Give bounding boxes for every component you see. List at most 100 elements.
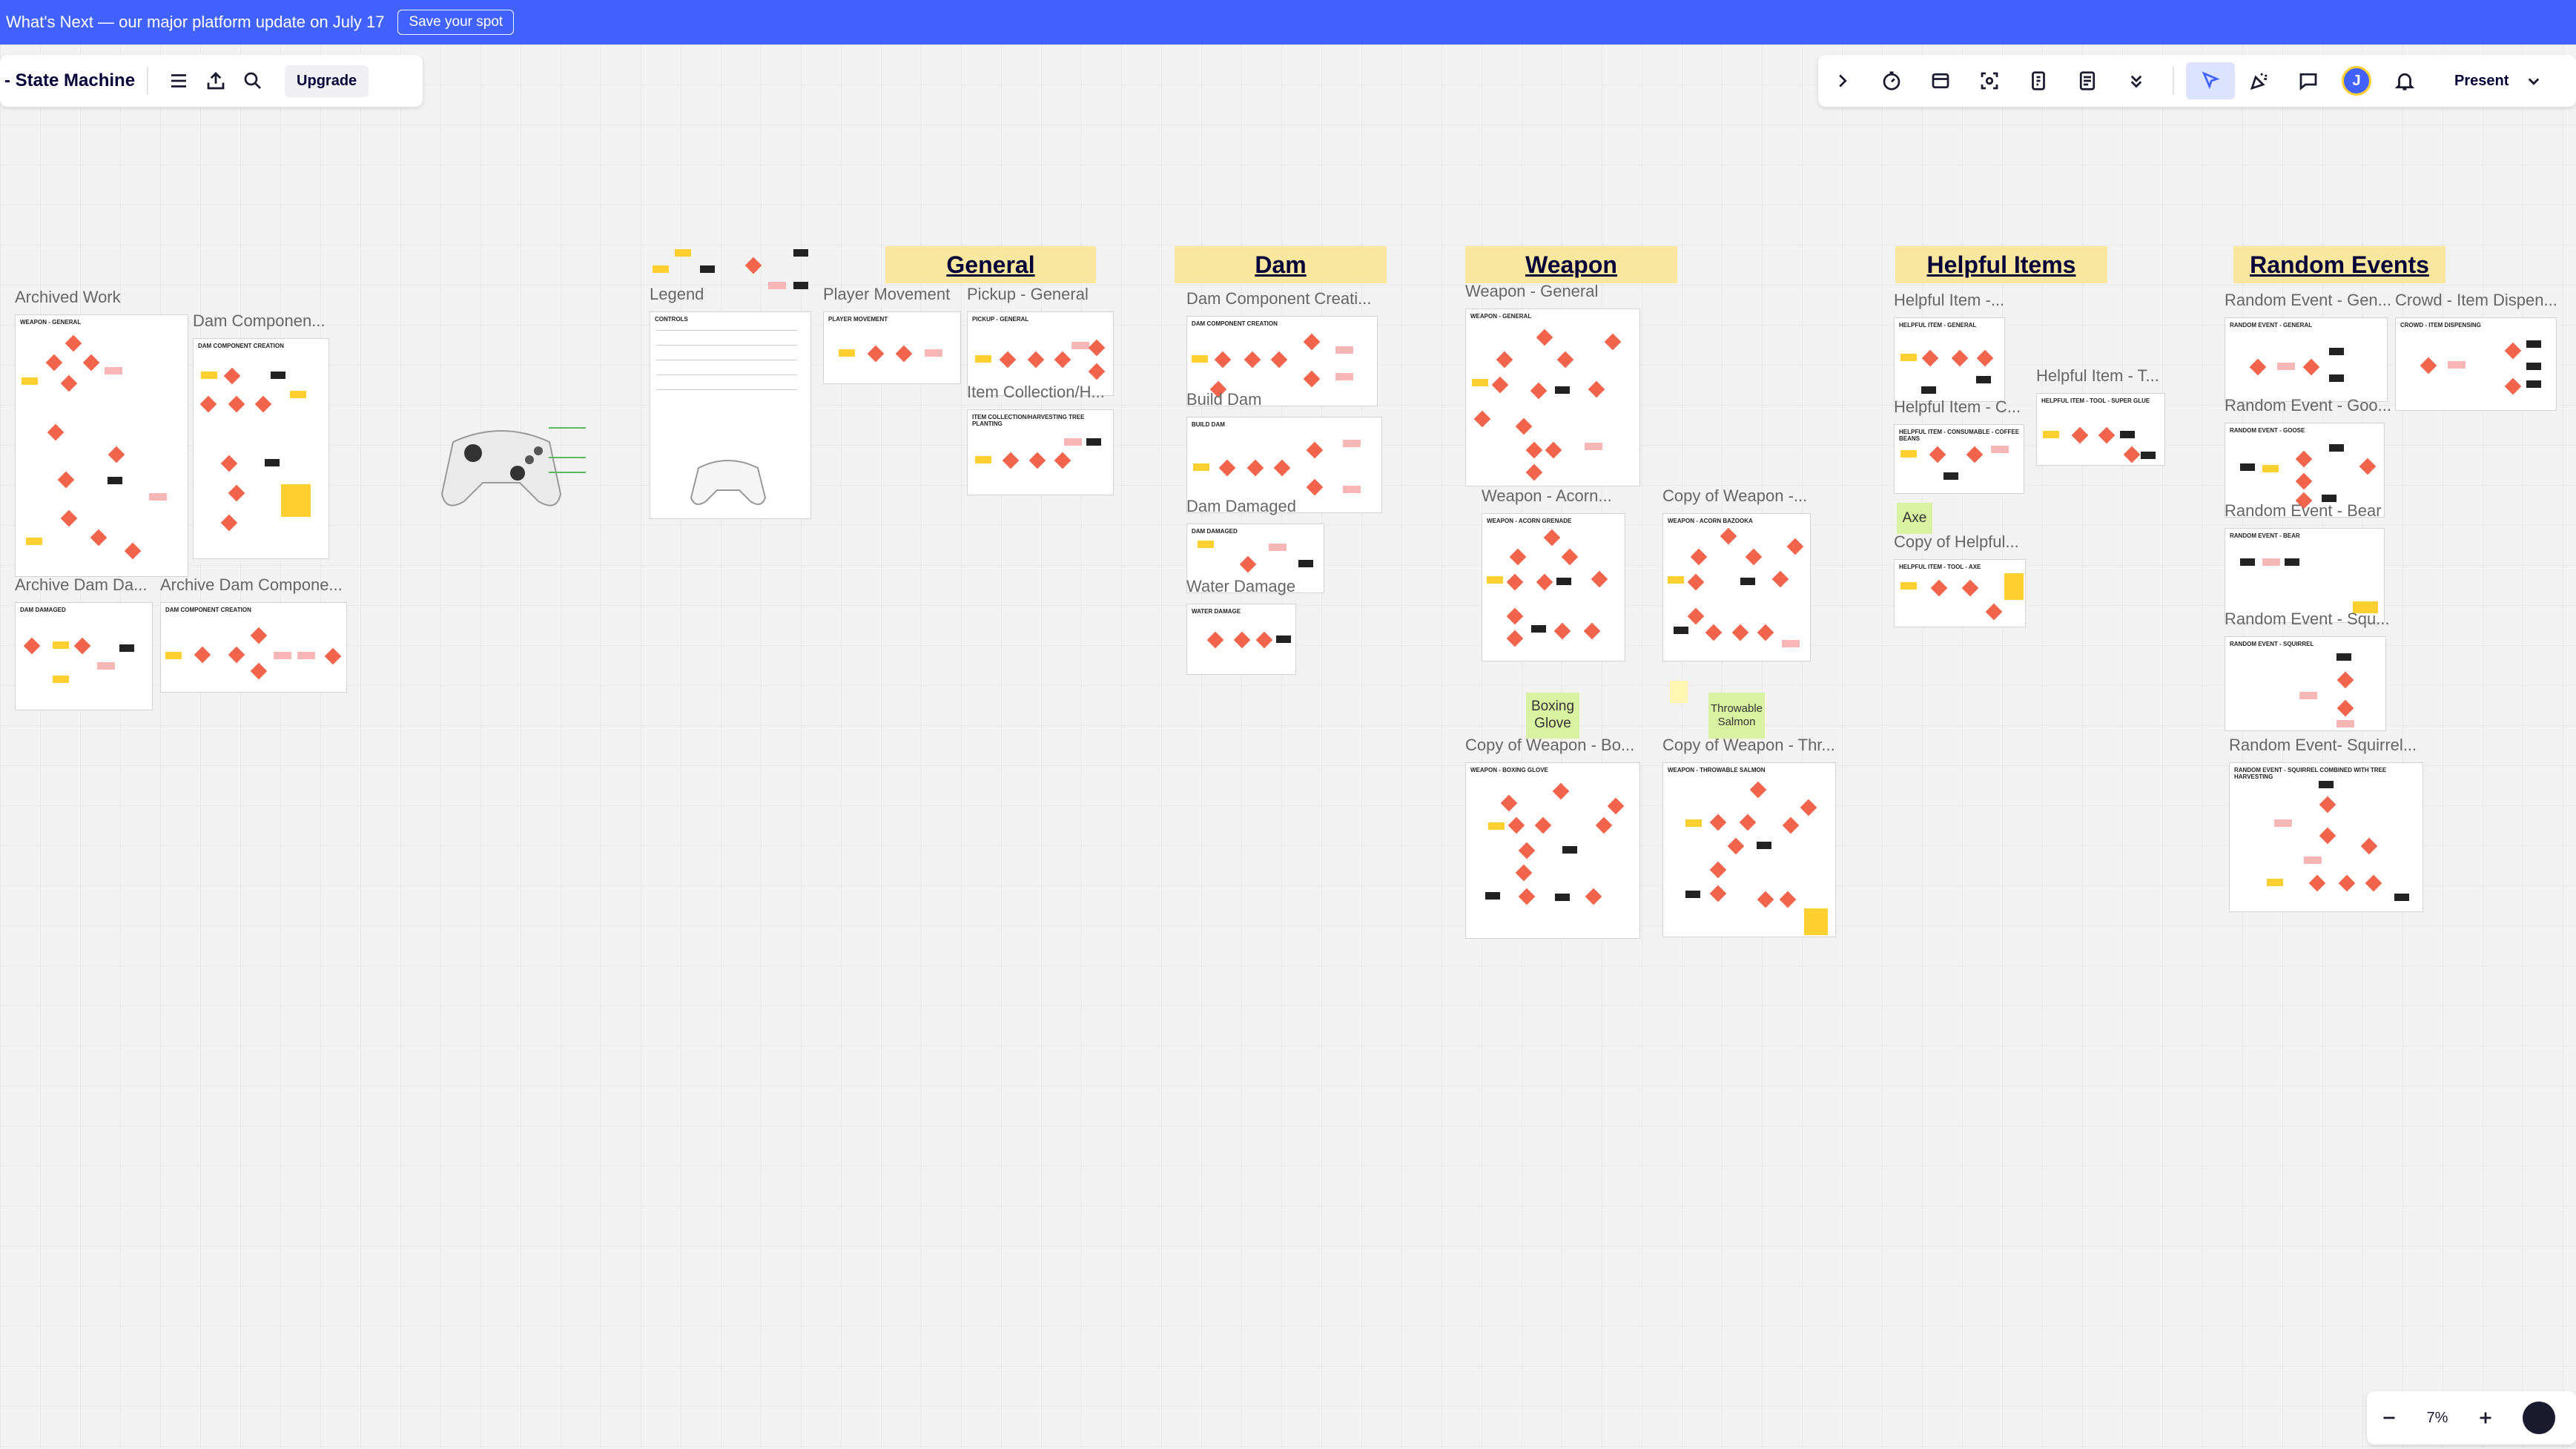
output-note — [2319, 781, 2334, 788]
search-icon[interactable] — [234, 62, 271, 99]
frame-title: DAM DAMAGED — [20, 607, 66, 613]
frame-crowd-item-dispensing[interactable]: CROWD - ITEM DISPENSING — [2395, 317, 2557, 411]
chevron-down-icon[interactable] — [2520, 62, 2547, 99]
frame-label-pickup-general[interactable]: Pickup - General — [967, 285, 1089, 304]
avatar[interactable]: J — [2342, 66, 2371, 96]
frame-label-copy-helpful[interactable]: Copy of Helpful... — [1894, 532, 2019, 552]
frame-label-item-collection[interactable]: Item Collection/H... — [967, 383, 1105, 402]
frame-random-event-squirrel[interactable]: RANDOM EVENT - SQUIRREL — [2225, 636, 2386, 731]
frame-weapon-throwable-salmon[interactable]: WEAPON - THROWABLE SALMON — [1662, 762, 1836, 937]
frame-label-archive-dam-component[interactable]: Archive Dam Compone... — [160, 575, 343, 595]
upgrade-button[interactable]: Upgrade — [285, 65, 369, 97]
state-node — [1585, 888, 1602, 905]
state-node — [1506, 573, 1524, 591]
output-note — [2240, 558, 2255, 566]
action-note — [149, 493, 167, 501]
frame-label-helpful-item-general[interactable]: Helpful Item -... — [1894, 291, 2004, 310]
frame-copy-weapon[interactable]: WEAPON - ACORN BAZOOKA — [1662, 513, 1811, 661]
chevron-right-icon[interactable] — [1818, 62, 1867, 99]
frame-title: RANDOM EVENT - GOOSE — [2230, 427, 2305, 434]
frame-player-movement[interactable]: PLAYER MOVEMENT — [823, 311, 961, 384]
sticky-axe[interactable]: Axe — [1897, 503, 1932, 534]
frame-weapon-acorn[interactable]: WEAPON - ACORN GRENADE — [1482, 513, 1625, 661]
bell-icon[interactable] — [2380, 62, 2429, 99]
estimate-icon[interactable] — [2014, 62, 2063, 99]
frame-label-copy-weapon-bo[interactable]: Copy of Weapon - Bo... — [1465, 736, 1634, 755]
frame-label-helpful-item-coffee[interactable]: Helpful Item - C... — [1894, 397, 2021, 417]
menu-icon[interactable] — [160, 62, 197, 99]
frame-label-legend[interactable]: Legend — [650, 285, 704, 304]
frame-label-random-event-squirrel[interactable]: Random Event- Squirrel... — [2229, 736, 2417, 755]
sticky-throwable-salmon[interactable]: Throwable Salmon — [1708, 693, 1765, 739]
cursor-icon[interactable] — [2186, 62, 2235, 99]
notes-icon[interactable] — [2063, 62, 2112, 99]
state-node — [250, 662, 268, 680]
frame-label-random-event-gen[interactable]: Random Event - Gen... — [2225, 291, 2391, 310]
state-node — [1966, 446, 1984, 463]
frame-label-archive-dam-da[interactable]: Archive Dam Da... — [15, 575, 148, 595]
focus-icon[interactable] — [1965, 62, 2014, 99]
frame-item-collection[interactable]: ITEM COLLECTION/HARVESTING TREE PLANTING — [967, 409, 1114, 495]
frame-archived-work[interactable]: WEAPON - GENERAL — [15, 314, 188, 577]
comment-icon[interactable] — [2284, 62, 2333, 99]
frame-archive-dam-damaged[interactable]: DAM DAMAGED — [15, 602, 153, 710]
frame-random-event-squirrel-combined[interactable]: RANDOM EVENT - SQUIRREL COMBINED WITH TR… — [2229, 762, 2423, 912]
section-header-random-events[interactable]: Random Events — [2233, 246, 2445, 283]
frame-label-weapon-general[interactable]: Weapon - General — [1465, 282, 1598, 301]
frame-helpful-item-coffee[interactable]: HELPFUL ITEM - CONSUMABLE - COFFEE BEANS — [1894, 424, 2024, 494]
section-header-weapon[interactable]: Weapon — [1465, 246, 1677, 283]
frame-weapon-general[interactable]: WEAPON - GENERAL — [1465, 308, 1640, 486]
frame-label-helpful-item-tool[interactable]: Helpful Item - T... — [2036, 366, 2159, 386]
frame-random-event-general[interactable]: RANDOM EVENT - GENERAL — [2225, 317, 2388, 402]
share-icon[interactable] — [197, 62, 234, 99]
frame-label-crowd-item[interactable]: Crowd - Item Dispen... — [2395, 291, 2557, 310]
frame-label-copy-weapon[interactable]: Copy of Weapon -... — [1662, 486, 1807, 506]
frame-label-dam-component-creation[interactable]: Dam Component Creati... — [1186, 289, 1371, 308]
card-icon[interactable] — [1916, 62, 1965, 99]
board-title[interactable]: - State Machine — [4, 70, 135, 91]
frame-label-copy-weapon-thr[interactable]: Copy of Weapon - Thr... — [1662, 736, 1835, 755]
zoom-out-icon[interactable] — [2367, 1399, 2411, 1436]
frame-weapon-boxing-glove[interactable]: WEAPON - BOXING GLOVE — [1465, 762, 1640, 939]
chevrons-down-icon[interactable] — [2112, 62, 2161, 99]
timer-icon[interactable] — [1867, 62, 1916, 99]
input-note — [201, 372, 217, 379]
zoom-level[interactable]: 7% — [2411, 1410, 2463, 1427]
frame-title: WEAPON - GENERAL — [1470, 313, 1532, 320]
sticky-boxing-glove[interactable]: Boxing Glove — [1526, 693, 1579, 739]
help-icon[interactable] — [2523, 1402, 2555, 1434]
legend-sample — [700, 265, 715, 273]
save-spot-button[interactable]: Save your spot — [397, 10, 515, 35]
frame-label-build-dam[interactable]: Build Dam — [1186, 390, 1261, 409]
reactions-icon[interactable] — [2235, 62, 2284, 99]
state-node — [1961, 579, 1979, 597]
state-node — [194, 646, 211, 664]
frame-label-dam-component[interactable]: Dam Componen... — [193, 311, 326, 331]
frame-random-event-bear[interactable]: RANDOM EVENT - BEAR — [2225, 528, 2385, 623]
frame-legend[interactable]: Controls — [650, 311, 811, 519]
sticky-note-small[interactable] — [1670, 681, 1688, 703]
frame-helpful-item-general[interactable]: HELPFUL ITEM - GENERAL — [1894, 317, 2005, 402]
zoom-in-icon[interactable] — [2463, 1399, 2508, 1436]
frame-label-random-event-squ[interactable]: Random Event - Squ... — [2225, 610, 2390, 629]
section-header-general[interactable]: General — [885, 246, 1096, 283]
state-node — [1525, 463, 1543, 481]
frame-label-dam-damaged[interactable]: Dam Damaged — [1186, 497, 1296, 516]
frame-helpful-item-tool[interactable]: HELPFUL ITEM - TOOL - SUPER GLUE — [2036, 393, 2165, 466]
frame-dam-component[interactable]: DAM COMPONENT CREATION — [193, 338, 329, 559]
state-node — [1525, 441, 1543, 459]
frame-label-player-movement[interactable]: Player Movement — [823, 285, 950, 304]
frame-water-damage[interactable]: WATER DAMAGE — [1186, 604, 1296, 675]
frame-label-archived-work[interactable]: Archived Work — [15, 288, 121, 307]
frame-copy-helpful[interactable]: HELPFUL ITEM - TOOL - AXE — [1894, 559, 2026, 627]
state-node — [220, 455, 238, 472]
action-note — [1269, 544, 1287, 551]
present-button[interactable]: Present — [2443, 65, 2520, 97]
frame-label-random-event-goo[interactable]: Random Event - Goo... — [2225, 396, 2391, 415]
frame-label-water-damage[interactable]: Water Damage — [1186, 577, 1295, 596]
frame-label-random-event-bear[interactable]: Random Event - Bear — [2225, 501, 2382, 521]
frame-archive-dam-component[interactable]: DAM COMPONENT CREATION — [160, 602, 347, 693]
section-header-helpful-items[interactable]: Helpful Items — [1895, 246, 2107, 283]
section-header-dam[interactable]: Dam — [1175, 246, 1387, 283]
frame-label-weapon-acorn[interactable]: Weapon - Acorn... — [1482, 486, 1612, 506]
